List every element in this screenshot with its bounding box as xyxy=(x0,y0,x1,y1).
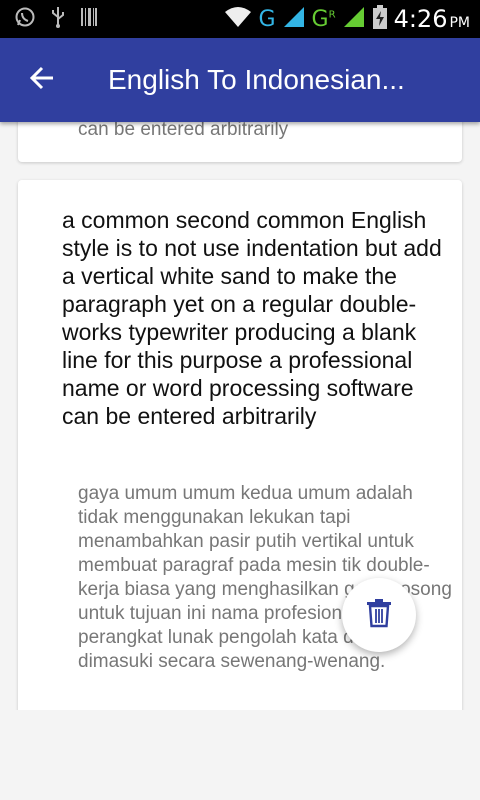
clock: 4:26 PM xyxy=(393,5,470,33)
trash-icon xyxy=(366,598,392,633)
wifi-icon xyxy=(224,6,252,33)
signal-icon-2 xyxy=(342,6,366,33)
translation-text: can be entered arbitrarily xyxy=(78,122,289,140)
app-bar: English To Indonesian... xyxy=(0,38,480,122)
network-type-label: G xyxy=(258,6,276,32)
source-text: a common second common English style is … xyxy=(62,207,442,429)
barcode-icon xyxy=(80,7,98,32)
usb-icon xyxy=(50,5,66,34)
delete-button[interactable] xyxy=(342,578,416,652)
arrow-back-icon xyxy=(29,65,55,96)
signal-icon xyxy=(282,6,306,33)
back-button[interactable] xyxy=(22,60,62,100)
status-bar: G GR 4:26 PM xyxy=(0,0,480,38)
page-title: English To Indonesian... xyxy=(108,64,405,95)
translation-card[interactable]: can be entered arbitrarily xyxy=(18,122,462,162)
network-type-label-2: GR xyxy=(311,6,336,32)
whatsapp-icon xyxy=(14,6,36,33)
battery-charging-icon xyxy=(372,4,388,35)
